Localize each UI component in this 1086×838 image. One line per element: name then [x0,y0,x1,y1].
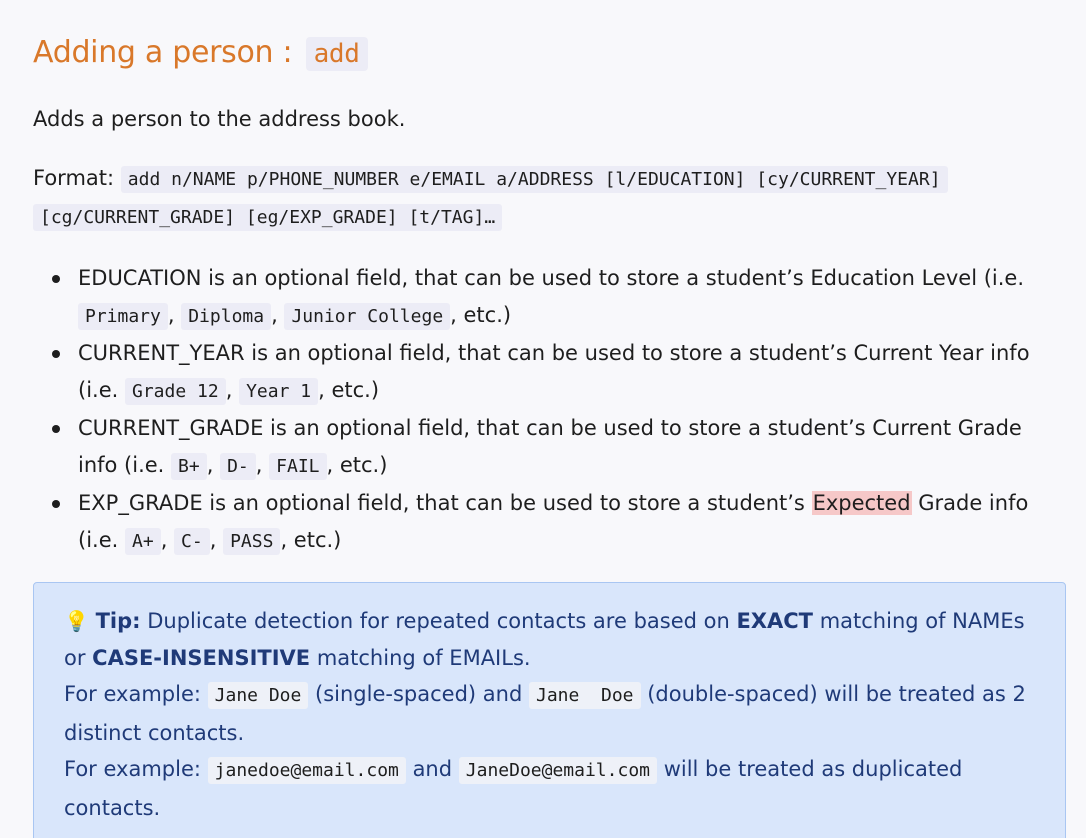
example-code: B+ [171,452,207,480]
tip-label: Tip: [95,609,141,633]
example-code: JaneDoe@email.com [458,757,657,784]
tip-callout: 💡 Tip: Duplicate detection for repeated … [33,582,1066,838]
example-code: Year 1 [239,377,319,405]
tip-example-1: For example: Jane Doe (single-spaced) an… [64,682,1026,745]
note-current-grade: CURRENT_GRADE is an optional field, that… [52,410,1064,485]
command-description: Adds a person to the address book. [33,107,406,131]
example-code: FAIL [269,452,327,480]
format-code-line1: add n/NAME p/PHONE_NUMBER e/EMAIL a/ADDR… [120,166,948,193]
note-exp-grade: EXP_GRADE is an optional field, that can… [52,485,1064,560]
tip-paragraph: 💡 Tip: Duplicate detection for repeated … [64,609,1025,670]
command-badge: add [305,37,368,71]
example-code: Grade 12 [125,377,226,405]
example-code: C- [174,527,210,555]
format-code-line2: [cg/CURRENT_GRADE] [eg/EXP_GRADE] [t/TAG… [33,204,503,231]
highlighted-word: Expected [811,491,912,515]
tip-example-2: For example: janedoe@email.com and JaneD… [64,757,963,820]
format-label: Format: [33,166,115,190]
example-code: Jane Doe [207,682,309,709]
note-education: EDUCATION is an optional field, that can… [52,260,1064,335]
example-code: janedoe@email.com [207,757,406,784]
case-insensitive-emphasis: CASE-INSENSITIVE [92,645,311,670]
note-current-year: CURRENT_YEAR is an optional field, that … [52,335,1064,410]
format-paragraph: Format: add n/NAME p/PHONE_NUMBER e/EMAI… [33,160,1063,236]
example-code: A+ [125,527,161,555]
example-code: Primary [78,302,168,330]
example-code: Junior College [284,302,451,330]
example-code: D- [220,452,256,480]
field-notes-list: EDUCATION is an optional field, that can… [33,260,1064,560]
document-page: Adding a person : add Adds a person to t… [0,0,1086,838]
section-heading: Adding a person : add [33,30,1064,77]
example-code: Diploma [181,302,272,330]
example-code: Jane Doe [528,682,641,709]
exact-emphasis: EXACT [736,609,814,633]
heading-title: Adding a person : [33,35,293,70]
example-code: PASS [223,527,281,555]
lightbulb-icon: 💡 [64,609,89,633]
